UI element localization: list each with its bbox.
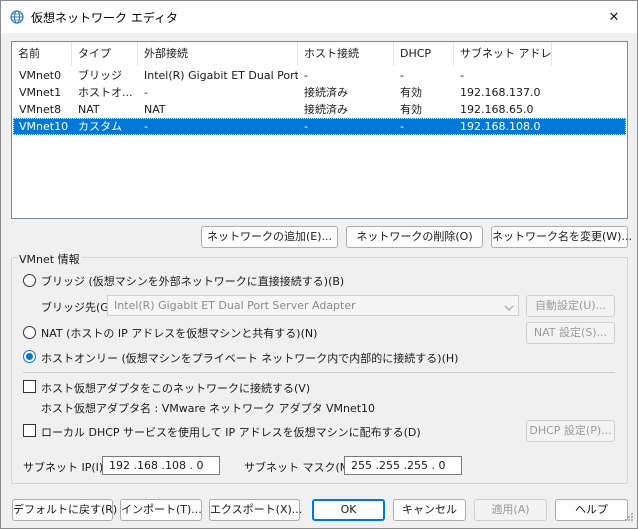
vmnet-info-title: VMnet 情報 <box>17 251 82 267</box>
table-row-selected[interactable]: VMnet10 カスタム - - - 192.168.108.0 <box>13 118 626 135</box>
cell-subnet: 192.168.65.0 <box>460 103 534 116</box>
cell-host: - <box>304 69 308 82</box>
apply-button[interactable]: 適用(A) <box>474 499 547 521</box>
close-button[interactable]: ✕ <box>591 1 637 33</box>
cell-external: NAT <box>144 103 166 116</box>
column-header-external[interactable]: 外部接続 <box>138 42 298 66</box>
host-adapter-label[interactable]: ホスト仮想アダプタをこのネットワークに接続する(V) <box>41 380 310 396</box>
title-bar: 仮想ネットワーク エディタ ✕ <box>1 1 637 33</box>
cell-host: 接続済み <box>304 103 348 116</box>
cell-external: - <box>144 86 148 99</box>
column-header-type[interactable]: タイプ <box>72 42 138 66</box>
cell-type: NAT <box>78 103 100 116</box>
bridge-to-select[interactable]: Intel(R) Gigabit ET Dual Port Server Ada… <box>107 295 519 316</box>
restore-defaults-button[interactable]: デフォルトに戻す(R) <box>12 499 117 521</box>
cell-subnet: 192.168.108.0 <box>460 120 541 133</box>
virtual-network-editor-window: 仮想ネットワーク エディタ ✕ 名前 タイプ 外部接続 ホスト接続 DHCP サ… <box>0 0 638 529</box>
table-row[interactable]: VMnet1 ホストオ... - 接続済み 有効 192.168.137.0 <box>13 84 626 101</box>
column-header-host[interactable]: ホスト接続 <box>298 42 394 66</box>
cell-dhcp: 有効 <box>400 86 422 99</box>
dhcp-checkbox[interactable] <box>23 424 36 437</box>
cell-name: VMnet8 <box>19 103 62 116</box>
cell-type: ブリッジ <box>78 69 122 82</box>
cell-type: カスタム <box>78 120 122 133</box>
list-header: 名前 タイプ 外部接続 ホスト接続 DHCP サブネット アドレス <box>12 42 627 66</box>
column-header-subnet[interactable]: サブネット アドレス <box>454 42 552 66</box>
table-row[interactable]: VMnet8 NAT NAT 接続済み 有効 192.168.65.0 <box>13 101 626 118</box>
hostonly-radio[interactable] <box>23 350 36 363</box>
subnet-mask-label: サブネット マスク(M): <box>244 461 358 474</box>
bridge-to-value: Intel(R) Gigabit ET Dual Port Server Ada… <box>114 299 356 312</box>
cell-subnet: 192.168.137.0 <box>460 86 541 99</box>
cell-type: ホストオ... <box>78 86 133 99</box>
add-network-button[interactable]: ネットワークの追加(E)... <box>201 226 338 248</box>
cell-host: - <box>304 120 308 133</box>
cell-name: VMnet0 <box>19 69 62 82</box>
network-globe-icon <box>10 10 24 24</box>
table-row[interactable]: VMnet0 ブリッジ Intel(R) Gigabit ET Dual Por… <box>13 67 626 84</box>
dhcp-label[interactable]: ローカル DHCP サービスを使用して IP アドレスを仮想マシンに配布する(D… <box>41 424 421 440</box>
export-button[interactable]: エクスポート(X)... <box>209 499 302 521</box>
help-button[interactable]: ヘルプ <box>555 499 628 521</box>
column-header-dhcp[interactable]: DHCP <box>394 42 454 66</box>
network-list[interactable]: 名前 タイプ 外部接続 ホスト接続 DHCP サブネット アドレス VMnet0… <box>11 41 628 219</box>
hostonly-radio-label[interactable]: ホストオンリー (仮想マシンをプライベート ネットワーク内で内部的に接続する)(… <box>41 350 458 366</box>
resize-grip-icon[interactable] <box>624 512 634 525</box>
subnet-mask-input[interactable]: 255 .255 .255 . 0 <box>344 456 462 475</box>
cell-dhcp: 有効 <box>400 103 422 116</box>
ok-button[interactable]: OK <box>312 499 385 521</box>
subnet-ip-input[interactable]: 192 .168 .108 . 0 <box>102 456 220 475</box>
vmnet-info-group <box>11 257 628 484</box>
close-icon: ✕ <box>608 9 620 25</box>
subnet-ip-label: サブネット IP(I): <box>23 461 107 474</box>
cell-subnet: - <box>460 69 464 82</box>
cell-external: - <box>144 120 148 133</box>
bridge-to-label: ブリッジ先(G): <box>41 301 117 314</box>
host-adapter-name: ホスト仮想アダプタ名 : VMware ネットワーク アダプタ VMnet10 <box>41 402 376 415</box>
separator <box>23 372 615 373</box>
rename-network-button[interactable]: ネットワーク名を変更(W)... <box>491 226 632 248</box>
nat-radio[interactable] <box>23 326 36 339</box>
cell-external: Intel(R) Gigabit ET Dual Port... <box>144 69 298 82</box>
remove-network-button[interactable]: ネットワークの削除(O) <box>346 226 483 248</box>
bridge-radio[interactable] <box>23 274 36 287</box>
cell-host: 接続済み <box>304 86 348 99</box>
cell-dhcp: - <box>400 69 404 82</box>
cell-dhcp: - <box>400 120 404 133</box>
cell-name: VMnet10 <box>19 120 69 133</box>
window-title: 仮想ネットワーク エディタ <box>31 11 178 25</box>
nat-settings-button[interactable]: NAT 設定(S)... <box>526 322 615 344</box>
auto-settings-button[interactable]: 自動設定(U)... <box>526 295 615 317</box>
cancel-button[interactable]: キャンセル <box>393 499 466 521</box>
host-adapter-checkbox[interactable] <box>23 380 36 393</box>
cell-name: VMnet1 <box>19 86 62 99</box>
import-button[interactable]: インポート(T)... <box>120 499 202 521</box>
column-header-name[interactable]: 名前 <box>12 42 72 66</box>
chevron-down-icon <box>504 300 514 319</box>
nat-radio-label[interactable]: NAT (ホストの IP アドレスを仮想マシンと共有する)(N) <box>41 325 317 341</box>
dhcp-settings-button[interactable]: DHCP 設定(P)... <box>526 420 615 442</box>
bridge-radio-label[interactable]: ブリッジ (仮想マシンを外部ネットワークに直接接続する)(B) <box>41 273 344 289</box>
